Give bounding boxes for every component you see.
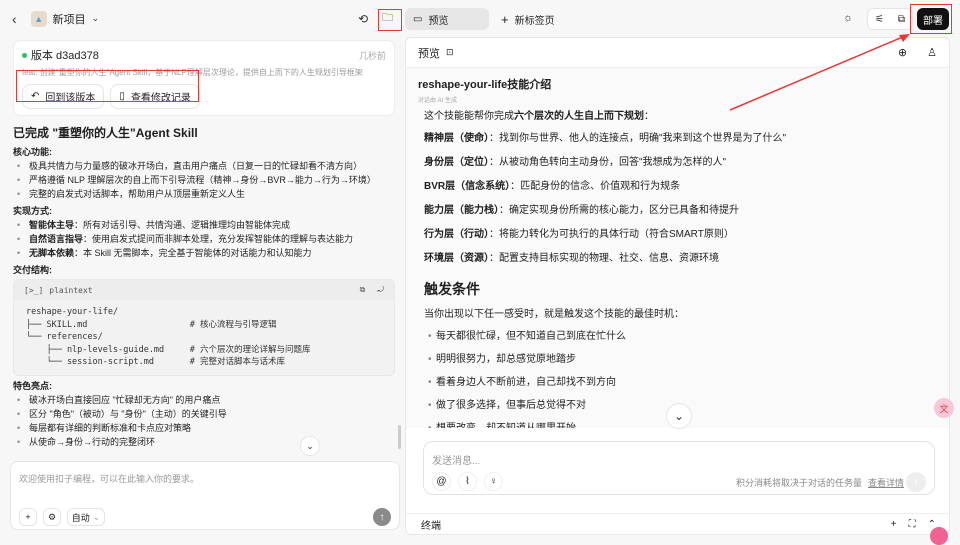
annotation-arrow	[0, 0, 960, 542]
